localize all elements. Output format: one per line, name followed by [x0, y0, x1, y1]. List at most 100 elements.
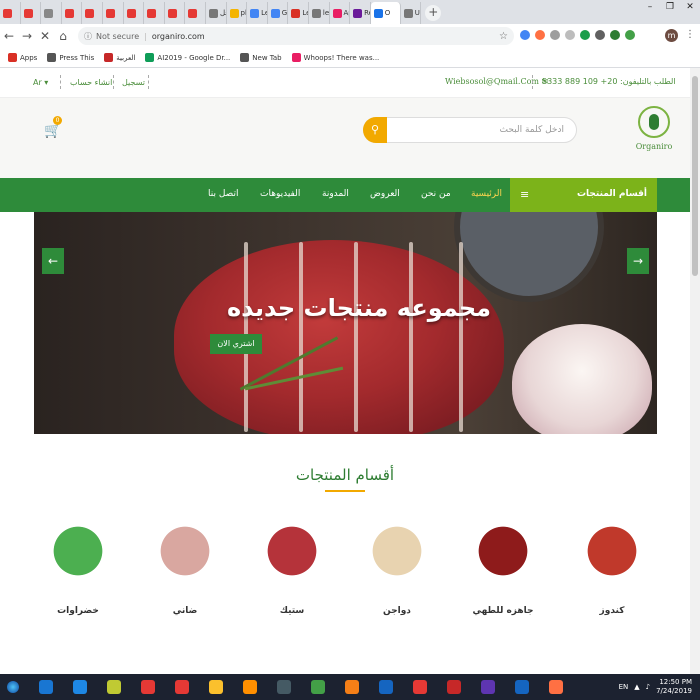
shop-now-button[interactable]: اشتري الان	[210, 334, 262, 354]
page-scrollbar[interactable]	[690, 68, 700, 674]
browser-tab[interactable]: App	[330, 2, 351, 24]
extension-icon[interactable]	[595, 30, 605, 40]
site-logo[interactable]: Organiro	[633, 106, 675, 156]
category-card[interactable]: كندوز	[572, 520, 652, 616]
forward-icon[interactable]: →	[18, 29, 36, 43]
scrollbar-thumb[interactable]	[692, 76, 698, 276]
tab-favicon	[229, 8, 239, 18]
clock[interactable]: 12:50 PM 7/24/2019	[656, 678, 692, 696]
browser-menu-icon[interactable]: ⋮	[685, 29, 695, 40]
category-card[interactable]: ستيك	[252, 520, 332, 616]
bookmark-item[interactable]: العربية	[104, 53, 135, 62]
search-button[interactable]: ⚲	[363, 117, 387, 143]
browser-tab[interactable]	[185, 2, 206, 24]
taskbar-app[interactable]	[474, 676, 502, 698]
volume-icon[interactable]: ♪	[646, 683, 650, 691]
extension-icon[interactable]	[610, 30, 620, 40]
taskbar-app[interactable]	[32, 676, 60, 698]
taskbar-app[interactable]	[440, 676, 468, 698]
browser-tab[interactable]	[124, 2, 145, 24]
taskbar-app[interactable]	[508, 676, 536, 698]
taskbar-app[interactable]	[168, 676, 196, 698]
browser-tab[interactable]	[144, 2, 165, 24]
nav-blog[interactable]: المدونة	[322, 189, 349, 199]
taskbar-app[interactable]	[372, 676, 400, 698]
stop-icon[interactable]: ✕	[36, 29, 54, 43]
browser-tab[interactable]	[165, 2, 186, 24]
taskbar-app[interactable]	[338, 676, 366, 698]
categories-menu-button[interactable]: ≡ أقسام المنتجات	[510, 178, 657, 212]
browser-tab[interactable]	[21, 2, 42, 24]
nav-about[interactable]: من نحن	[421, 189, 451, 199]
taskbar-app[interactable]	[100, 676, 128, 698]
nav-videos[interactable]: الفيديوهات	[260, 189, 300, 199]
taskbar-app[interactable]	[542, 676, 570, 698]
extension-icon[interactable]	[550, 30, 560, 40]
browser-tab[interactable]: O	[370, 2, 401, 24]
nav-offers[interactable]: العروض	[370, 189, 400, 199]
extension-icon[interactable]	[625, 30, 635, 40]
browser-tab[interactable]	[82, 2, 103, 24]
browser-tab[interactable]: Lets	[247, 2, 268, 24]
tab-title: Lets	[302, 9, 308, 17]
maximize-button[interactable]: ❐	[660, 0, 680, 16]
taskbar-app[interactable]	[202, 676, 230, 698]
language-select[interactable]: Ar ▾	[33, 78, 48, 87]
bookmark-item[interactable]: Press This	[47, 53, 94, 62]
category-card[interactable]: ضاني	[145, 520, 225, 616]
cart-icon[interactable]: 🛒 0	[44, 116, 62, 139]
tab-title: php	[240, 9, 247, 17]
start-button[interactable]	[0, 674, 26, 700]
signup-link[interactable]: انشاء حساب	[70, 78, 112, 87]
browser-tab[interactable]	[41, 2, 62, 24]
search-input[interactable]: ادخل كلمة البحث	[499, 125, 564, 135]
browser-tab[interactable]: Rent	[350, 2, 371, 24]
address-bar[interactable]: ⓘ Not secure | organiro.com ☆	[78, 27, 514, 45]
taskbar-app[interactable]	[66, 676, 94, 698]
new-tab-button[interactable]: +	[425, 5, 442, 21]
category-card[interactable]: جاهزه للطهي	[463, 520, 543, 616]
browser-tab[interactable]: Ubo	[401, 2, 422, 24]
bookmark-label: AI2019 - Google Dr...	[157, 53, 231, 62]
extension-icon[interactable]	[520, 30, 530, 40]
slider-prev-button[interactable]: ←	[42, 248, 64, 274]
back-icon[interactable]: ←	[0, 29, 18, 43]
bookmark-item[interactable]: AI2019 - Google Dr...	[145, 53, 230, 62]
browser-tab[interactable]	[103, 2, 124, 24]
bookmark-item[interactable]: New Tab	[240, 53, 282, 62]
bookmark-item[interactable]: Whoops! There was...	[291, 53, 379, 62]
close-window-button[interactable]: ✕	[680, 0, 700, 16]
browser-tab[interactable]: تحل	[206, 2, 227, 24]
home-icon[interactable]: ⌂	[54, 29, 72, 43]
extension-icon[interactable]	[535, 30, 545, 40]
browser-tab[interactable]: letg	[309, 2, 330, 24]
nav-home[interactable]: الرئيسية	[471, 189, 502, 199]
tab-favicon	[353, 8, 363, 18]
category-card[interactable]: دواجن	[357, 520, 437, 616]
extension-icon[interactable]	[580, 30, 590, 40]
category-card[interactable]: خضراوات	[38, 520, 118, 616]
browser-tab[interactable]: Goo	[268, 2, 289, 24]
taskbar-app[interactable]	[134, 676, 162, 698]
network-icon[interactable]: ▲	[634, 683, 639, 691]
browser-tab[interactable]	[62, 2, 83, 24]
taskbar-app[interactable]	[406, 676, 434, 698]
minimize-button[interactable]: –	[640, 0, 660, 16]
browser-tab[interactable]: Lets	[288, 2, 309, 24]
slider-next-button[interactable]: →	[627, 248, 649, 274]
browser-tab[interactable]: php	[227, 2, 248, 24]
login-link[interactable]: تسجيل	[122, 78, 145, 87]
bookmark-star-icon[interactable]: ☆	[499, 31, 508, 42]
category-label: كندوز	[599, 606, 625, 616]
profile-avatar[interactable]: m	[665, 29, 678, 42]
taskbar-app[interactable]	[270, 676, 298, 698]
taskbar-app[interactable]	[304, 676, 332, 698]
info-icon[interactable]: ⓘ	[84, 31, 92, 42]
extension-icon[interactable]	[565, 30, 575, 40]
bookmark-item[interactable]: Apps	[8, 53, 37, 62]
browser-tab[interactable]	[0, 2, 21, 24]
nav-contact[interactable]: اتصل بنا	[208, 189, 238, 199]
site-header: Organiro ⚲ ادخل كلمة البحث 🛒 0	[0, 98, 690, 178]
input-language[interactable]: EN	[619, 683, 629, 691]
taskbar-app[interactable]	[236, 676, 264, 698]
